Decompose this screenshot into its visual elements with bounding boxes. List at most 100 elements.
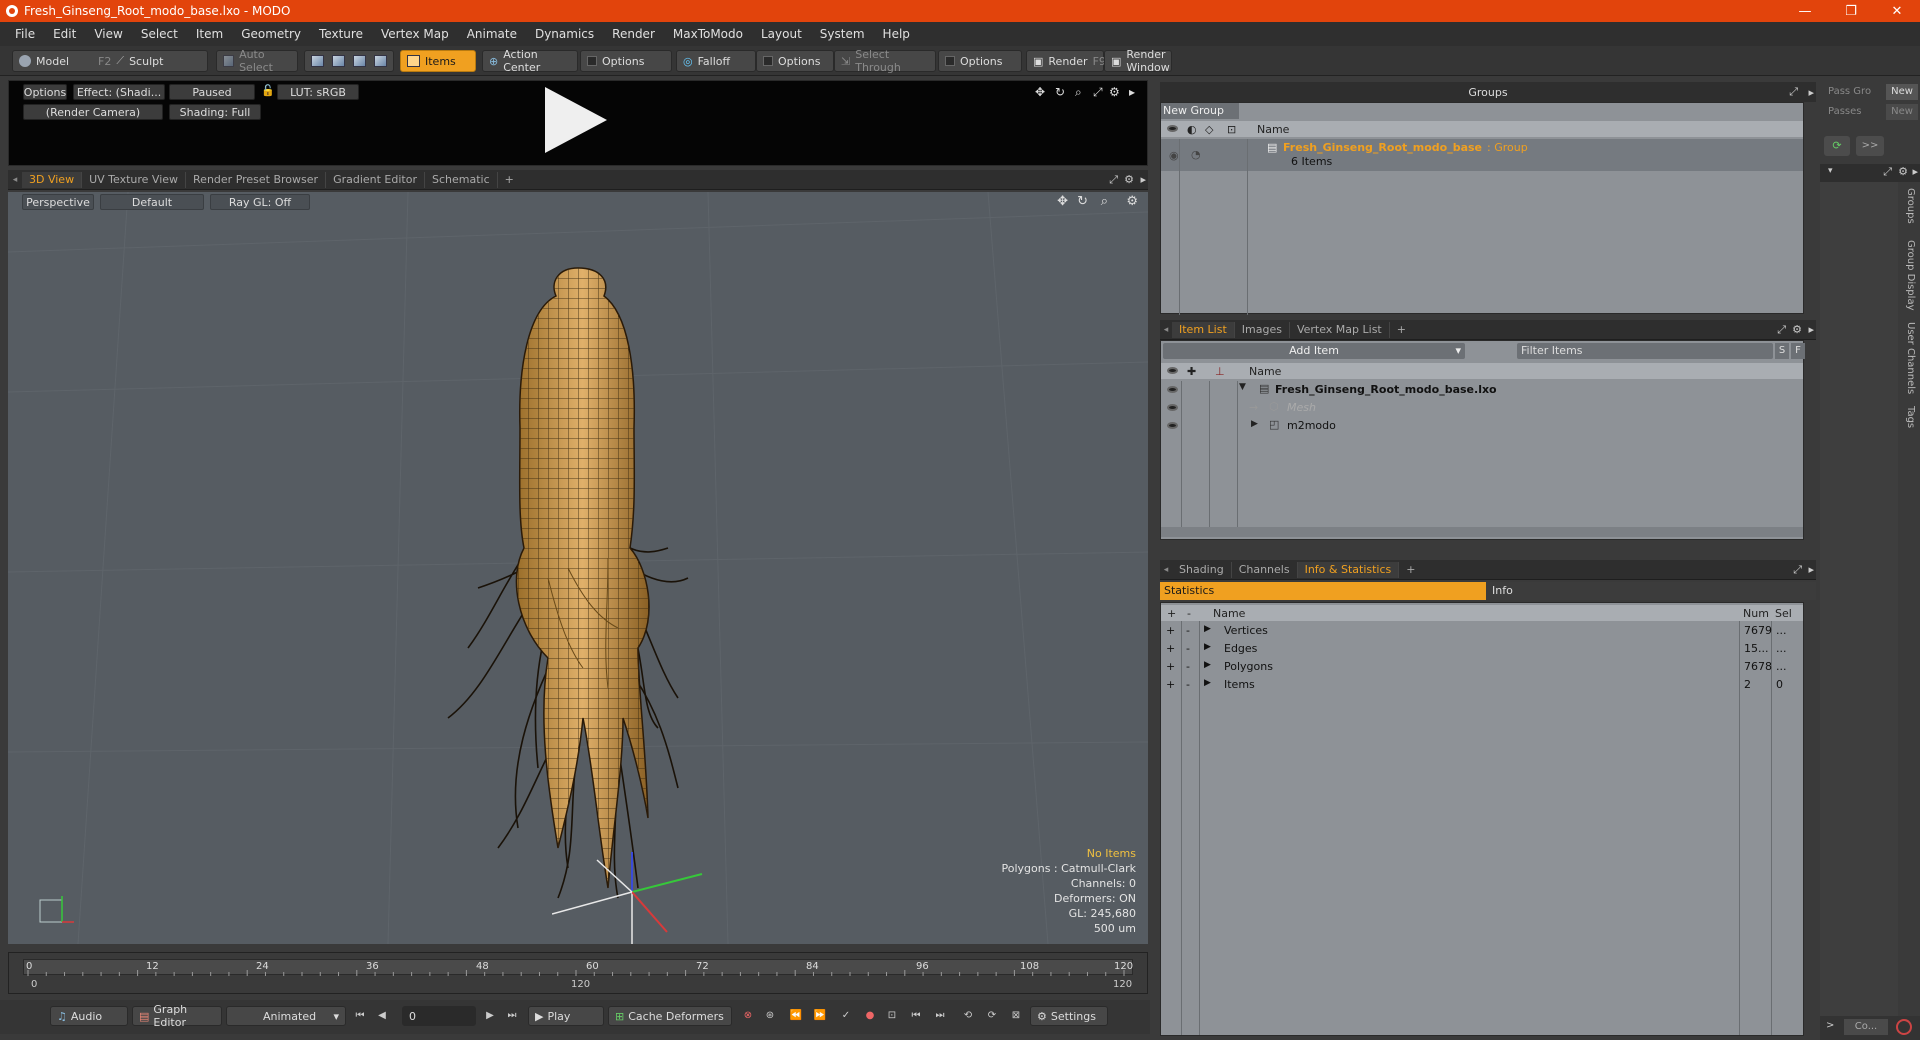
select-through-button[interactable]: ⇲ Select Through [834, 48, 936, 74]
tab-uv-texture-view[interactable]: UV Texture View [82, 171, 187, 188]
stat-row-polygons[interactable]: + - ▶ Polygons 7678 ... [1162, 658, 1787, 676]
sidebar-chevron-icon[interactable]: ▾ [1828, 166, 1833, 176]
transform-gizmo[interactable] [552, 852, 712, 944]
settings-button[interactable]: ⚙ Settings [1030, 1006, 1108, 1026]
menu-render[interactable]: Render [603, 27, 664, 41]
go-to-start-icon[interactable]: ⏮ [352, 1009, 368, 1023]
tab-render-preset-browser[interactable]: Render Preset Browser [186, 171, 327, 188]
viewport-rotate-icon[interactable]: ↻ [1077, 194, 1088, 209]
chevron-right-icon[interactable]: ▶ [1204, 624, 1211, 634]
render-camera-dropdown[interactable]: (Render Camera) [23, 104, 163, 120]
cache-deformers-button[interactable]: ⊞ Cache Deformers [608, 1006, 732, 1026]
play-preview-icon[interactable] [545, 87, 607, 153]
expand-arrow-icon[interactable]: ▸ [1129, 85, 1135, 99]
render-button[interactable]: ▣ Render F9 [1026, 50, 1106, 72]
groups-arrow-icon[interactable]: ▸ [1808, 86, 1814, 99]
next-frame-icon[interactable]: ⏭ [932, 1009, 948, 1023]
menu-texture[interactable]: Texture [310, 27, 372, 41]
maximize-button[interactable]: ❐ [1828, 0, 1874, 22]
tab-images[interactable]: Images [1235, 321, 1290, 338]
panel-maximize-icon[interactable]: ⤢ [1109, 173, 1118, 187]
menu-edit[interactable]: Edit [44, 27, 85, 41]
menu-geometry[interactable]: Geometry [232, 27, 310, 41]
add-tab-button[interactable]: + [498, 172, 521, 188]
expand-chevron-icon[interactable]: ▶ [1251, 419, 1258, 429]
menu-select[interactable]: Select [132, 27, 187, 41]
sculpt-button[interactable]: Sculpt [129, 55, 163, 68]
item-row-mesh[interactable]: → ⬡ Mesh [1161, 399, 1803, 417]
viewport-move-icon[interactable]: ✥ [1057, 194, 1068, 209]
timeline-ruler[interactable]: 0 12 24 36 48 60 72 84 96 108 120 [23, 959, 1133, 976]
tab-item-list[interactable]: Item List [1172, 321, 1235, 338]
collapse-icon[interactable]: - [1186, 678, 1190, 691]
close-button[interactable]: ✕ [1874, 0, 1920, 22]
tab-menu-icon[interactable]: ◂ [1160, 325, 1172, 335]
move-icon[interactable]: ✥ [1035, 85, 1045, 99]
new-group-button[interactable]: New Group [1161, 103, 1239, 119]
render-window-button[interactable]: ▣ Render Window [1104, 48, 1172, 74]
lut-dropdown[interactable]: LUT: sRGB [277, 84, 359, 100]
panel-arrow-icon[interactable]: ▸ [1808, 563, 1814, 576]
vtab-user-channels[interactable]: User Channels [1900, 322, 1916, 394]
vtab-group-display[interactable]: Group Display [1900, 240, 1916, 310]
shading-dropdown[interactable]: Shading: Full [169, 104, 261, 120]
step-forward-icon[interactable]: ▶ [482, 1009, 498, 1023]
tab-vertex-map-list[interactable]: Vertex Map List [1290, 321, 1390, 338]
edges-mode-icon[interactable] [332, 55, 345, 67]
stat-row-items[interactable]: + - ▶ Items 2 0 [1162, 676, 1783, 694]
add-tab-button[interactable]: + [1399, 562, 1422, 578]
panel-gear-icon[interactable]: ⚙ [1792, 323, 1802, 336]
expand-icon[interactable]: + [1166, 678, 1175, 691]
record-key-icon[interactable]: ⊗ [740, 1009, 756, 1023]
vtab-groups[interactable]: Groups [1900, 188, 1916, 224]
refresh-icon[interactable]: ⟳ [1824, 136, 1850, 156]
falloff-button[interactable]: ◎ Falloff [676, 50, 756, 72]
row-eye-icon[interactable] [1167, 422, 1178, 429]
gear-icon[interactable]: ⚙ [1109, 85, 1120, 99]
frame-input[interactable]: 0 [402, 1006, 476, 1026]
go-to-end-icon[interactable]: ⏭ [504, 1009, 520, 1023]
maximize-icon[interactable]: ⤢ [1093, 85, 1103, 100]
cache-clear-icon[interactable]: ⊠ [1008, 1009, 1024, 1023]
filter-s-button[interactable]: S [1775, 343, 1789, 359]
new-pass-button[interactable]: New [1886, 104, 1918, 120]
expand-icon[interactable]: + [1166, 660, 1175, 673]
3d-viewport[interactable]: Perspective Default Ray GL: Off ✥ ↻ ⌕ ⚙ [8, 192, 1148, 944]
filter-items-input[interactable]: Filter Items [1517, 343, 1773, 359]
raygl-dropdown[interactable]: Ray GL: Off [210, 194, 310, 210]
play-button[interactable]: ▶ Play [528, 1006, 604, 1026]
materials-mode-icon[interactable] [374, 55, 387, 67]
stat-row-edges[interactable]: + - ▶ Edges 15... ... [1162, 640, 1787, 658]
menu-help[interactable]: Help [874, 27, 919, 41]
vtab-tags[interactable]: Tags [1900, 406, 1916, 428]
panel-maximize-icon[interactable]: ⤢ [1777, 323, 1786, 337]
default-style-dropdown[interactable]: Default [100, 194, 204, 210]
panel-maximize-icon[interactable]: ⤢ [1793, 563, 1802, 577]
preview-options-button[interactable]: Options [23, 84, 67, 100]
tab-menu-icon[interactable]: ◂ [1160, 565, 1172, 575]
tab-3d-view[interactable]: 3D View [22, 171, 83, 188]
row-eye-icon[interactable] [1167, 404, 1178, 411]
action-center-options-button[interactable]: Options [580, 50, 672, 72]
lock-icon[interactable]: 🔓 [261, 84, 275, 97]
loop-icon[interactable]: ⟲ [960, 1009, 976, 1023]
row-lock-icon[interactable]: ◔ [1191, 148, 1201, 161]
sidebar-gear-icon[interactable]: ⚙ [1898, 165, 1908, 178]
tab-menu-icon[interactable]: ◂ [8, 175, 22, 185]
tab-gradient-editor[interactable]: Gradient Editor [326, 171, 425, 188]
horizontal-scrollbar[interactable] [1161, 527, 1803, 537]
menu-file[interactable]: File [6, 27, 44, 41]
key-icon[interactable]: ✓ [838, 1009, 854, 1023]
expand-icon[interactable]: + [1166, 624, 1175, 637]
new-pass-group-button[interactable]: New [1886, 84, 1918, 100]
footer-arrow-icon[interactable]: > [1826, 1020, 1834, 1031]
perspective-dropdown[interactable]: Perspective [22, 194, 94, 210]
collapse-icon[interactable]: - [1186, 660, 1190, 673]
panel-gear-icon[interactable]: ⚙ [1124, 173, 1134, 186]
timeline[interactable]: 0 12 24 36 48 60 72 84 96 108 120 0 120 … [8, 952, 1148, 994]
chevron-right-icon[interactable]: ▶ [1204, 642, 1211, 652]
falloff-options-button[interactable]: Options [756, 50, 834, 72]
sidebar-arrow-icon[interactable]: ▸ [1912, 165, 1918, 178]
menu-maxtomodo[interactable]: MaxToModo [664, 27, 752, 41]
group-row[interactable]: ◉ ◔ ▤ Fresh_Ginseng_Root_modo_base : Gro… [1161, 139, 1803, 171]
